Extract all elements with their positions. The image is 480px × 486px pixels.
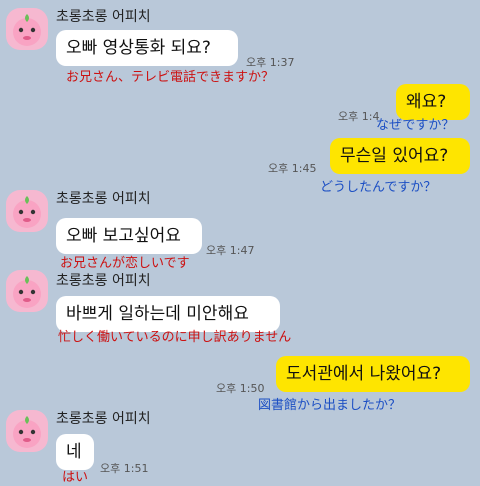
message-bubble-7[interactable]: 네 (56, 434, 94, 470)
avatar-icon[interactable] (6, 8, 48, 50)
message-time-4: 오후 1:47 (206, 244, 255, 257)
message-bubble-3[interactable]: 무슨일 있어요? (330, 138, 470, 174)
message-bubble-4[interactable]: 오빠 보고싶어요 (56, 218, 202, 254)
translation-7: はい (62, 470, 89, 485)
message-time-2: 오후 1:4 (338, 110, 380, 123)
translation-3: どうしたんですか？ (320, 180, 437, 195)
sender-name: 초롱초롱 어피치 (56, 9, 151, 25)
avatar-icon[interactable] (6, 410, 48, 452)
translation-6: 図書館から出ましたか？ (258, 398, 402, 413)
message-bubble-1[interactable]: 오빠 영상통화 되요? (56, 30, 238, 66)
translation-1: お兄さん、テレビ電話できますか？ (66, 70, 275, 85)
avatar-icon[interactable] (6, 270, 48, 312)
sender-name: 초롱초롱 어피치 (56, 191, 151, 207)
sender-name: 초롱초롱 어피치 (56, 411, 151, 427)
message-time-7: 오후 1:51 (100, 462, 149, 475)
avatar-icon[interactable] (6, 190, 48, 232)
translation-4: お兄さんが恋しいです (60, 256, 190, 271)
message-bubble-6[interactable]: 도서관에서 나왔어요? (276, 356, 470, 392)
sender-name: 초롱초롱 어피치 (56, 273, 151, 289)
translation-5: 忙しく働いているのに申し訳ありません (58, 330, 292, 345)
message-time-3: 오후 1:45 (268, 162, 317, 175)
translation-2: なぜですか？ (376, 118, 455, 133)
